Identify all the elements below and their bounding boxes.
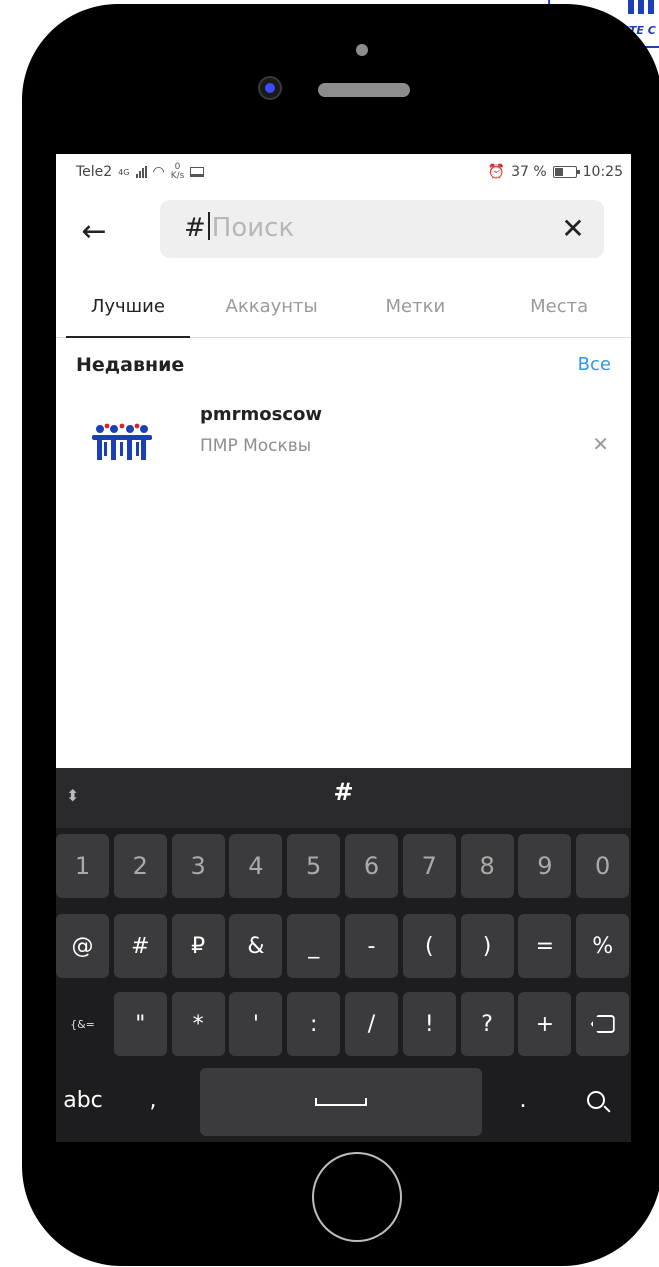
symbol-key[interactable]: # bbox=[113, 914, 167, 978]
symbol-key[interactable]: + bbox=[518, 992, 572, 1056]
symbol-key[interactable]: * bbox=[171, 992, 225, 1056]
symbol-key[interactable]: {&= bbox=[56, 992, 109, 1056]
symbol-key[interactable]: " bbox=[113, 992, 167, 1056]
earpiece-speaker bbox=[318, 83, 410, 97]
logo-bars-icon bbox=[628, 0, 654, 14]
wifi-icon: ◠ bbox=[152, 164, 165, 180]
keyboard-suggestion-bar: ⬍ # bbox=[56, 768, 631, 828]
symbol-key[interactable]: : bbox=[287, 992, 341, 1056]
symbol-key[interactable]: ( bbox=[402, 914, 456, 978]
tab-accounts[interactable]: Аккаунты bbox=[200, 290, 344, 337]
recent-header: Недавние Все bbox=[76, 350, 611, 384]
number-key[interactable]: 1 bbox=[56, 834, 109, 898]
backspace-key[interactable] bbox=[576, 992, 630, 1056]
proximity-sensor bbox=[356, 44, 368, 56]
item-fullname: ПМР Москвы bbox=[200, 436, 312, 456]
symbol-key[interactable]: ? bbox=[460, 992, 514, 1056]
comma-key[interactable]: , bbox=[126, 1068, 180, 1132]
symbol-key[interactable]: ₽ bbox=[171, 914, 225, 978]
back-arrow-icon[interactable]: ← bbox=[74, 212, 114, 252]
screen-cast-icon bbox=[190, 167, 205, 177]
search-tabs: Лучшие Аккаунты Метки Места bbox=[56, 290, 631, 338]
pmr-logo-icon bbox=[92, 423, 152, 460]
symbol-key[interactable]: = bbox=[518, 914, 572, 978]
tab-places[interactable]: Места bbox=[487, 290, 631, 337]
home-button[interactable] bbox=[312, 1152, 402, 1242]
backspace-icon bbox=[590, 1015, 615, 1033]
item-username: pmrmoscow bbox=[200, 404, 323, 425]
alarm-icon: ⏰ bbox=[487, 164, 506, 180]
clear-search-icon[interactable]: ✕ bbox=[556, 212, 590, 246]
number-key[interactable]: 6 bbox=[345, 834, 398, 898]
recent-title: Недавние bbox=[76, 354, 185, 376]
symbol-key[interactable]: @ bbox=[56, 914, 109, 978]
symbol-key[interactable]: - bbox=[345, 914, 398, 978]
number-key[interactable]: 3 bbox=[171, 834, 225, 898]
avatar[interactable] bbox=[84, 404, 160, 480]
tab-top[interactable]: Лучшие bbox=[56, 290, 200, 338]
status-bar: Tele2 4G ◠ 0 K/s ⏰ 37 % 10:25 bbox=[56, 154, 631, 190]
network-type: 4G bbox=[118, 167, 130, 177]
clock: 10:25 bbox=[582, 164, 623, 180]
signal-icon bbox=[135, 166, 147, 178]
abc-key[interactable]: abc bbox=[56, 1068, 110, 1132]
number-key[interactable]: 4 bbox=[229, 834, 283, 898]
keyboard: ⬍ # 1 2 3 4 5 6 7 8 9 0 @ # ₽ & _ -() =% {&= " * ': /!? + abc … bbox=[56, 768, 631, 1142]
net-speed: 0 K/s bbox=[170, 162, 185, 181]
number-key[interactable]: 7 bbox=[402, 834, 456, 898]
search-row: ← # Поиск ✕ bbox=[56, 200, 631, 260]
number-key[interactable]: 0 bbox=[576, 834, 630, 898]
number-key[interactable]: 5 bbox=[287, 834, 341, 898]
number-key[interactable]: 8 bbox=[460, 834, 514, 898]
list-item[interactable]: pmrmoscow ПМР Москвы ✕ bbox=[56, 398, 631, 488]
carrier-label: Tele2 bbox=[76, 164, 113, 180]
remove-recent-icon[interactable]: ✕ bbox=[592, 432, 609, 456]
symbol-key[interactable]: / bbox=[345, 992, 398, 1056]
search-placeholder: Поиск bbox=[211, 213, 295, 243]
symbol-key[interactable]: ) bbox=[460, 914, 514, 978]
symbol-key[interactable]: & bbox=[229, 914, 283, 978]
symbol-key[interactable]: ! bbox=[402, 992, 456, 1056]
search-text[interactable]: # Поиск bbox=[184, 212, 294, 243]
number-key[interactable]: 9 bbox=[518, 834, 572, 898]
symbol-key[interactable]: % bbox=[576, 914, 630, 978]
tab-tags[interactable]: Метки bbox=[344, 290, 488, 337]
front-camera-icon bbox=[258, 76, 282, 100]
number-key[interactable]: 2 bbox=[113, 834, 167, 898]
phone-screen: Tele2 4G ◠ 0 K/s ⏰ 37 % 10:25 ← # Поиск ✕ … bbox=[56, 154, 631, 1142]
symbol-key[interactable]: _ bbox=[287, 914, 341, 978]
space-bar-icon bbox=[315, 1098, 367, 1106]
search-value: # bbox=[184, 213, 206, 243]
space-key[interactable] bbox=[200, 1068, 482, 1136]
search-icon bbox=[587, 1091, 605, 1109]
battery-percent: 37 % bbox=[511, 164, 547, 180]
see-all-link[interactable]: Все bbox=[578, 354, 611, 375]
symbol-key[interactable]: ' bbox=[229, 992, 283, 1056]
battery-icon bbox=[552, 166, 580, 178]
search-input[interactable]: # Поиск ✕ bbox=[160, 200, 604, 258]
period-key[interactable]: . bbox=[496, 1068, 550, 1132]
expand-toolbar-icon[interactable]: ⬍ bbox=[66, 786, 79, 805]
text-caret bbox=[207, 212, 210, 240]
suggestion-word[interactable]: # bbox=[333, 778, 353, 806]
search-key[interactable] bbox=[564, 1068, 628, 1132]
